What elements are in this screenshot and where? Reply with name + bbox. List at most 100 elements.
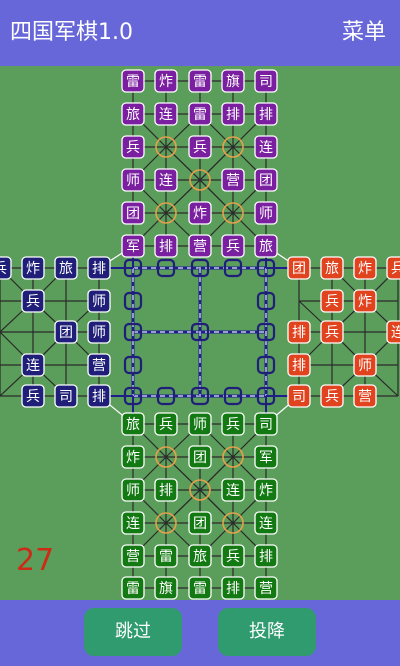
piece[interactable]: 兵 bbox=[221, 234, 245, 258]
piece[interactable]: 师 bbox=[121, 168, 145, 192]
piece-label: 连 bbox=[126, 516, 140, 532]
skip-button[interactable]: 跳过 bbox=[84, 608, 182, 656]
piece[interactable]: 雷 bbox=[121, 576, 145, 600]
piece[interactable]: 兵 bbox=[320, 384, 344, 408]
piece[interactable]: 排 bbox=[287, 353, 311, 377]
piece[interactable]: 兵 bbox=[386, 256, 400, 280]
piece[interactable]: 排 bbox=[154, 234, 178, 258]
piece[interactable]: 司 bbox=[254, 412, 278, 436]
piece-label: 排 bbox=[292, 358, 306, 374]
piece[interactable]: 炸 bbox=[154, 69, 178, 93]
piece[interactable]: 营 bbox=[121, 544, 145, 568]
piece[interactable]: 雷 bbox=[188, 69, 212, 93]
piece[interactable]: 旅 bbox=[54, 256, 78, 280]
piece[interactable]: 兵 bbox=[221, 544, 245, 568]
piece-label: 连 bbox=[26, 358, 40, 374]
piece[interactable]: 雷 bbox=[121, 69, 145, 93]
piece[interactable]: 排 bbox=[154, 478, 178, 502]
piece-label: 雷 bbox=[159, 549, 173, 565]
piece[interactable]: 连 bbox=[154, 168, 178, 192]
piece[interactable]: 雷 bbox=[188, 576, 212, 600]
piece[interactable]: 兵 bbox=[320, 320, 344, 344]
piece[interactable]: 兵 bbox=[221, 412, 245, 436]
piece-label: 营 bbox=[358, 389, 372, 405]
piece[interactable]: 师 bbox=[188, 412, 212, 436]
piece[interactable]: 连 bbox=[21, 353, 45, 377]
piece-label: 炸 bbox=[159, 74, 173, 90]
piece-label: 兵 bbox=[325, 294, 339, 310]
piece[interactable]: 旅 bbox=[254, 234, 278, 258]
piece[interactable]: 排 bbox=[221, 102, 245, 126]
piece[interactable]: 兵 bbox=[188, 135, 212, 159]
piece-label: 排 bbox=[259, 549, 273, 565]
piece[interactable]: 团 bbox=[287, 256, 311, 280]
piece-label: 兵 bbox=[193, 140, 207, 156]
piece[interactable]: 兵 bbox=[154, 412, 178, 436]
piece[interactable]: 师 bbox=[87, 289, 111, 313]
piece[interactable]: 团 bbox=[54, 320, 78, 344]
piece[interactable]: 兵 bbox=[0, 256, 12, 280]
piece[interactable]: 排 bbox=[87, 384, 111, 408]
piece[interactable]: 营 bbox=[87, 353, 111, 377]
piece-label: 兵 bbox=[26, 389, 40, 405]
piece[interactable]: 旅 bbox=[320, 256, 344, 280]
piece[interactable]: 旅 bbox=[188, 544, 212, 568]
piece[interactable]: 旅 bbox=[121, 102, 145, 126]
piece[interactable]: 旅 bbox=[121, 412, 145, 436]
piece[interactable]: 排 bbox=[221, 576, 245, 600]
piece[interactable]: 雷 bbox=[188, 102, 212, 126]
piece[interactable]: 雷 bbox=[154, 544, 178, 568]
piece[interactable]: 司 bbox=[254, 69, 278, 93]
piece-label: 营 bbox=[226, 173, 240, 189]
piece[interactable]: 兵 bbox=[21, 384, 45, 408]
piece[interactable]: 团 bbox=[121, 201, 145, 225]
piece[interactable]: 兵 bbox=[320, 289, 344, 313]
piece[interactable]: 营 bbox=[188, 234, 212, 258]
piece-label: 师 bbox=[92, 294, 106, 310]
piece-label: 雷 bbox=[126, 74, 140, 90]
piece-label: 师 bbox=[193, 417, 207, 433]
piece[interactable]: 炸 bbox=[121, 445, 145, 469]
piece[interactable]: 排 bbox=[287, 320, 311, 344]
piece[interactable]: 排 bbox=[254, 544, 278, 568]
piece[interactable]: 师 bbox=[121, 478, 145, 502]
piece-label: 炸 bbox=[193, 206, 207, 222]
piece[interactable]: 连 bbox=[386, 320, 400, 344]
piece[interactable]: 排 bbox=[254, 102, 278, 126]
piece[interactable]: 师 bbox=[254, 201, 278, 225]
piece[interactable]: 排 bbox=[87, 256, 111, 280]
piece[interactable]: 司 bbox=[54, 384, 78, 408]
piece[interactable]: 连 bbox=[254, 135, 278, 159]
piece[interactable]: 兵 bbox=[121, 135, 145, 159]
piece[interactable]: 军 bbox=[254, 445, 278, 469]
piece[interactable]: 炸 bbox=[353, 289, 377, 313]
piece[interactable]: 师 bbox=[87, 320, 111, 344]
menu-button[interactable]: 菜单 bbox=[342, 18, 386, 48]
piece[interactable]: 营 bbox=[353, 384, 377, 408]
piece[interactable]: 团 bbox=[188, 445, 212, 469]
piece[interactable]: 旗 bbox=[221, 69, 245, 93]
piece[interactable]: 营 bbox=[221, 168, 245, 192]
piece[interactable]: 炸 bbox=[254, 478, 278, 502]
piece[interactable]: 师 bbox=[353, 353, 377, 377]
piece-label: 司 bbox=[259, 417, 273, 433]
piece-label: 连 bbox=[259, 140, 273, 156]
piece[interactable]: 连 bbox=[221, 478, 245, 502]
piece-label: 连 bbox=[391, 325, 400, 341]
piece[interactable]: 司 bbox=[287, 384, 311, 408]
piece[interactable]: 军 bbox=[121, 234, 145, 258]
piece-label: 兵 bbox=[26, 294, 40, 310]
piece[interactable]: 连 bbox=[154, 102, 178, 126]
piece[interactable]: 连 bbox=[254, 511, 278, 535]
piece[interactable]: 团 bbox=[188, 511, 212, 535]
piece[interactable]: 营 bbox=[254, 576, 278, 600]
surrender-button[interactable]: 投降 bbox=[218, 608, 316, 656]
piece[interactable]: 兵 bbox=[21, 289, 45, 313]
piece[interactable]: 团 bbox=[254, 168, 278, 192]
piece[interactable]: 炸 bbox=[21, 256, 45, 280]
piece-label: 师 bbox=[259, 206, 273, 222]
piece[interactable]: 旗 bbox=[154, 576, 178, 600]
piece[interactable]: 炸 bbox=[188, 201, 212, 225]
piece[interactable]: 连 bbox=[121, 511, 145, 535]
piece[interactable]: 炸 bbox=[353, 256, 377, 280]
